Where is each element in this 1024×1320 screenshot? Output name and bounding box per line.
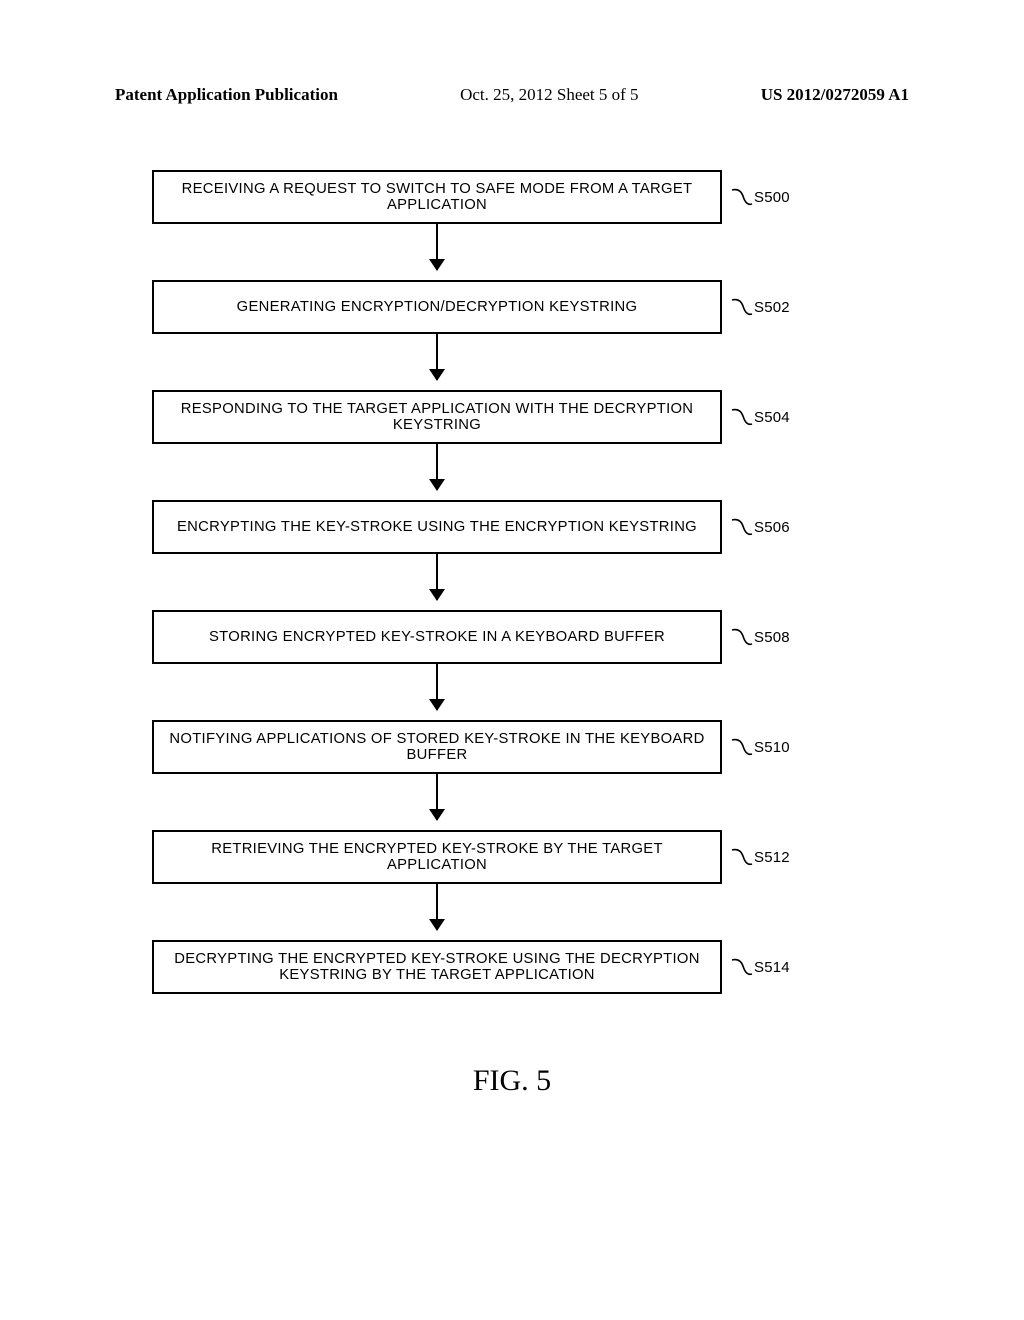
flowchart-step: NOTIFYING APPLICATIONS OF STORED KEY-STR… xyxy=(152,720,872,774)
step-text: NOTIFYING APPLICATIONS OF STORED KEY-STR… xyxy=(168,731,706,763)
step-label-group: S506 xyxy=(730,516,790,538)
step-label-group: S510 xyxy=(730,736,790,758)
arrow-icon xyxy=(436,224,438,270)
arrow-row xyxy=(152,554,872,610)
step-label-group: S508 xyxy=(730,626,790,648)
step-label-group: S500 xyxy=(730,186,790,208)
page-header: Patent Application Publication Oct. 25, … xyxy=(0,0,1024,105)
step-text: DECRYPTING THE ENCRYPTED KEY-STROKE USIN… xyxy=(168,951,706,983)
curve-icon xyxy=(730,516,754,538)
step-box: ENCRYPTING THE KEY-STROKE USING THE ENCR… xyxy=(152,500,722,554)
step-label: S504 xyxy=(754,409,790,426)
header-patent-number: US 2012/0272059 A1 xyxy=(761,85,909,105)
step-box: GENERATING ENCRYPTION/DECRYPTION KEYSTRI… xyxy=(152,280,722,334)
step-label: S512 xyxy=(754,849,790,866)
curve-icon xyxy=(730,186,754,208)
header-publication: Patent Application Publication xyxy=(115,85,338,105)
step-label: S502 xyxy=(754,299,790,316)
flowchart-step: RESPONDING TO THE TARGET APPLICATION WIT… xyxy=(152,390,872,444)
curve-icon xyxy=(730,296,754,318)
flowchart: RECEIVING A REQUEST TO SWITCH TO SAFE MO… xyxy=(0,170,1024,994)
curve-icon xyxy=(730,626,754,648)
step-label: S514 xyxy=(754,959,790,976)
header-date-sheet: Oct. 25, 2012 Sheet 5 of 5 xyxy=(460,85,638,105)
step-label-group: S504 xyxy=(730,406,790,428)
flowchart-step: DECRYPTING THE ENCRYPTED KEY-STROKE USIN… xyxy=(152,940,872,994)
step-label: S500 xyxy=(754,189,790,206)
step-label-group: S502 xyxy=(730,296,790,318)
step-text: RECEIVING A REQUEST TO SWITCH TO SAFE MO… xyxy=(168,181,706,213)
arrow-row xyxy=(152,444,872,500)
step-label: S508 xyxy=(754,629,790,646)
step-box: STORING ENCRYPTED KEY-STROKE IN A KEYBOA… xyxy=(152,610,722,664)
arrow-row xyxy=(152,664,872,720)
step-label-group: S512 xyxy=(730,846,790,868)
arrow-icon xyxy=(436,444,438,490)
arrow-icon xyxy=(436,554,438,600)
curve-icon xyxy=(730,406,754,428)
step-text: RESPONDING TO THE TARGET APPLICATION WIT… xyxy=(168,401,706,433)
curve-icon xyxy=(730,736,754,758)
flowchart-step: RECEIVING A REQUEST TO SWITCH TO SAFE MO… xyxy=(152,170,872,224)
step-text: GENERATING ENCRYPTION/DECRYPTION KEYSTRI… xyxy=(237,299,638,315)
step-text: STORING ENCRYPTED KEY-STROKE IN A KEYBOA… xyxy=(209,629,665,645)
flowchart-step: GENERATING ENCRYPTION/DECRYPTION KEYSTRI… xyxy=(152,280,872,334)
step-label: S510 xyxy=(754,739,790,756)
arrow-icon xyxy=(436,774,438,820)
step-label: S506 xyxy=(754,519,790,536)
arrow-icon xyxy=(436,664,438,710)
arrow-row xyxy=(152,224,872,280)
flowchart-step: ENCRYPTING THE KEY-STROKE USING THE ENCR… xyxy=(152,500,872,554)
step-box: RETRIEVING THE ENCRYPTED KEY-STROKE BY T… xyxy=(152,830,722,884)
arrow-icon xyxy=(436,334,438,380)
arrow-row xyxy=(152,884,872,940)
arrow-row xyxy=(152,334,872,390)
arrow-row xyxy=(152,774,872,830)
step-text: RETRIEVING THE ENCRYPTED KEY-STROKE BY T… xyxy=(168,841,706,873)
curve-icon xyxy=(730,846,754,868)
curve-icon xyxy=(730,956,754,978)
step-box: RECEIVING A REQUEST TO SWITCH TO SAFE MO… xyxy=(152,170,722,224)
step-box: DECRYPTING THE ENCRYPTED KEY-STROKE USIN… xyxy=(152,940,722,994)
flowchart-step: STORING ENCRYPTED KEY-STROKE IN A KEYBOA… xyxy=(152,610,872,664)
step-label-group: S514 xyxy=(730,956,790,978)
step-box: NOTIFYING APPLICATIONS OF STORED KEY-STR… xyxy=(152,720,722,774)
flowchart-step: RETRIEVING THE ENCRYPTED KEY-STROKE BY T… xyxy=(152,830,872,884)
figure-label: FIG. 5 xyxy=(0,1064,1024,1098)
step-text: ENCRYPTING THE KEY-STROKE USING THE ENCR… xyxy=(177,519,697,535)
step-box: RESPONDING TO THE TARGET APPLICATION WIT… xyxy=(152,390,722,444)
arrow-icon xyxy=(436,884,438,930)
